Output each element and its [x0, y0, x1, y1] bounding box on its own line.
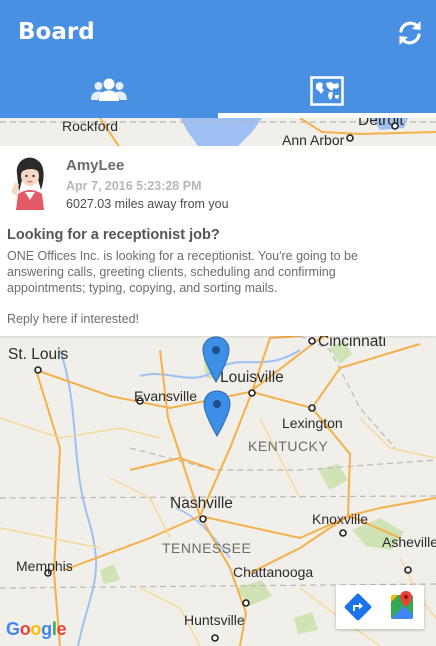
- map-label-nashville: Nashville: [170, 495, 233, 512]
- post-card[interactable]: AmyLee Apr 7, 2016 5:23:28 PM 6027.03 mi…: [0, 146, 436, 336]
- map-marker[interactable]: [203, 390, 231, 438]
- map-label-tennessee: TENNESSEE: [162, 540, 252, 556]
- post-distance: 6027.03 miles away from you: [66, 197, 229, 211]
- app-bar: Board: [0, 0, 436, 118]
- world-map-icon: [310, 76, 344, 106]
- post-title: Looking for a receptionist job?: [7, 227, 220, 243]
- refresh-icon: [399, 21, 421, 45]
- directions-icon: [344, 593, 372, 621]
- people-icon: [91, 78, 127, 101]
- post-body: ONE Offices Inc. is looking for a recept…: [7, 249, 358, 295]
- post-reply-hint: Reply here if interested!: [7, 312, 140, 326]
- tab-people[interactable]: [0, 66, 218, 118]
- selected-tab-indicator: [218, 113, 436, 118]
- map-label-rockford: Rockford: [62, 118, 119, 134]
- refresh-button[interactable]: [394, 17, 426, 49]
- map-label-knoxville: Knoxville: [312, 511, 369, 527]
- google-maps-icon: [391, 591, 413, 619]
- user-name[interactable]: AmyLee: [66, 157, 124, 174]
- map-label-huntsville: Huntsville: [184, 612, 245, 628]
- map-toolbar: [336, 585, 424, 629]
- map-label-memphis: Memphis: [16, 558, 73, 574]
- map-label-asheville: Asheville: [382, 534, 436, 550]
- directions-button[interactable]: [336, 585, 380, 629]
- open-google-maps-button[interactable]: [380, 585, 424, 629]
- map-label-st-louis: St. Louis: [8, 346, 69, 363]
- map-label-detroit: Detroit: [358, 118, 404, 129]
- google-logo: Google: [6, 619, 67, 639]
- tab-map[interactable]: [218, 66, 436, 118]
- map-label-kentucky: KENTUCKY: [248, 438, 329, 454]
- map-label-lexington: Lexington: [282, 415, 343, 431]
- post-timestamp: Apr 7, 2016 5:23:28 PM: [66, 179, 202, 193]
- map-marker[interactable]: [202, 336, 230, 384]
- app-title: Board: [18, 19, 95, 45]
- avatar: [11, 157, 44, 210]
- map-label-evansville: Evansville: [134, 388, 198, 404]
- map-label-chattanooga: Chattanooga: [233, 564, 314, 580]
